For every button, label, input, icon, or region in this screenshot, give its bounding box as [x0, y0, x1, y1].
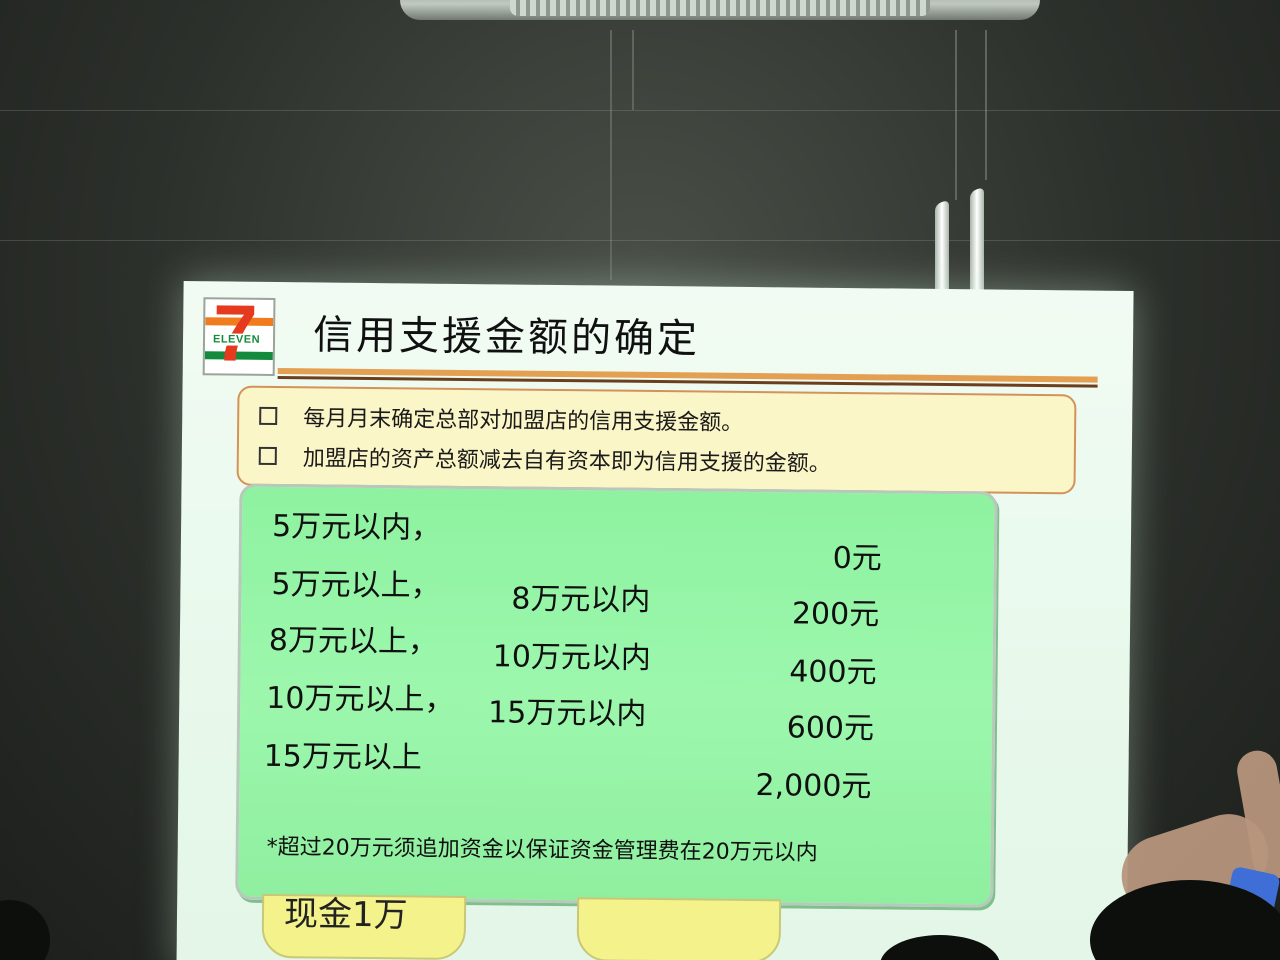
bullet-text: 加盟店的资产总额减去自有资本即为信用支援的金额。: [302, 446, 831, 477]
row-range-from: 5万元以内，: [271, 508, 442, 546]
partial-label-box: 现金1万: [261, 893, 467, 960]
partial-label: 现金1万: [283, 894, 408, 936]
row-amount: 0元: [832, 540, 882, 577]
footnote: *超过20万元须追加资金以保证资金管理费在20万元以内: [266, 834, 818, 866]
row-range-from: 8万元以上，: [268, 622, 439, 660]
ceiling-wire: [610, 30, 612, 280]
logo-word: ELEVEN: [210, 333, 263, 346]
row-range-to: 8万元以内: [511, 581, 651, 618]
wall-line: [0, 110, 1280, 111]
wall-line: [0, 240, 1280, 241]
projected-slide: 7 ELEVEN 信用支援金额的确定 每月月末确定总部对加盟店的信用支援金额。 …: [176, 281, 1134, 960]
row-amount: 600元: [786, 710, 875, 747]
slide-title: 信用支援金额的确定: [312, 312, 701, 363]
bullet-box: 每月月末确定总部对加盟店的信用支援金额。 加盟店的资产总额减去自有资本即为信用支…: [236, 385, 1077, 495]
row-amount: 200元: [791, 596, 880, 633]
row-range-to: 10万元以内: [492, 639, 652, 676]
ceiling-vent: [510, 0, 930, 16]
bullet-text: 每月月末确定总部对加盟店的信用支援金额。: [303, 406, 744, 436]
checkbox-icon: [258, 446, 277, 466]
audience-head: [0, 900, 50, 960]
row-range-from: 10万元以上，: [266, 680, 455, 718]
partial-box: [576, 897, 782, 960]
row-range-from: 15万元以上: [263, 738, 423, 776]
bullet-item: 每月月末确定总部对加盟店的信用支援金额。: [259, 400, 743, 437]
ceiling-wire: [955, 30, 957, 200]
checkbox-icon: [259, 406, 278, 426]
seven-eleven-logo: 7 ELEVEN: [202, 297, 276, 377]
bullet-item: 加盟店的资产总额减去自有资本即为信用支援的金额。: [258, 440, 831, 478]
ceiling-wire: [985, 30, 987, 180]
row-amount: 2,000元: [755, 768, 872, 805]
row-range-from: 5万元以上，: [271, 566, 441, 604]
row-range-to: 15万元以内: [487, 695, 647, 732]
fee-table: 5万元以内， 0元 5万元以上， 8万元以内 200元 8万元以上， 10万元以…: [235, 483, 998, 908]
ceiling-wire: [632, 30, 634, 110]
row-amount: 400元: [789, 654, 877, 691]
